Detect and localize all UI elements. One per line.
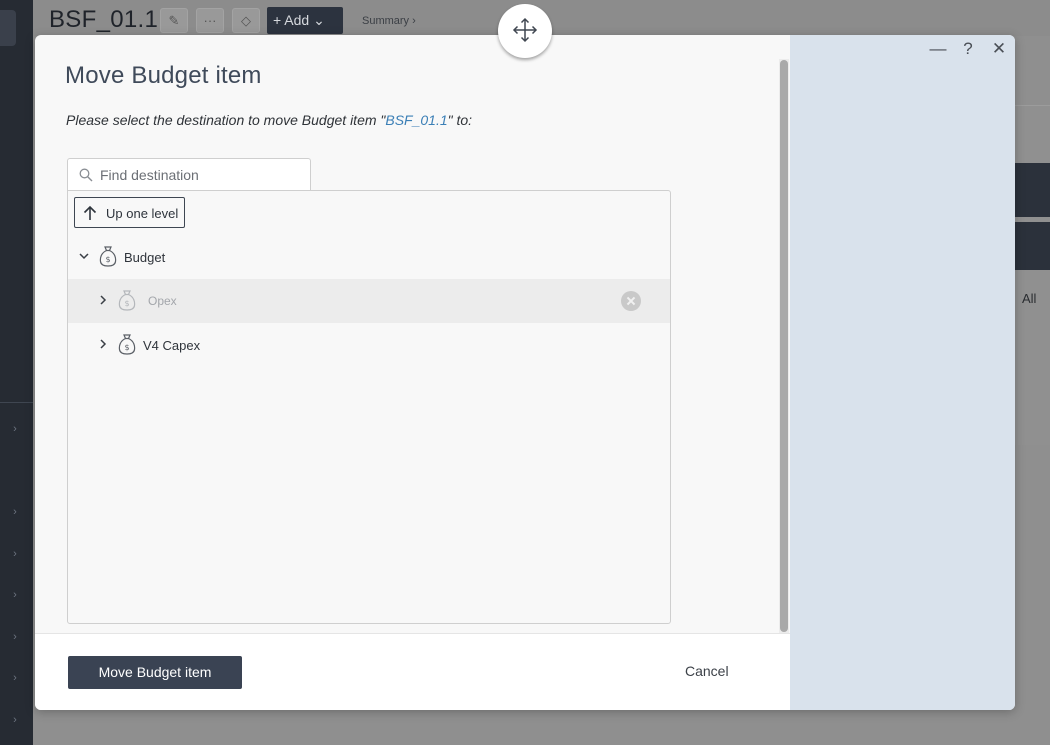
help-icon[interactable]: ?: [958, 39, 978, 59]
edit-pencil-icon[interactable]: ✎: [160, 8, 188, 33]
left-rail-chevron-icon[interactable]: ›: [8, 671, 22, 685]
background-left-rail: › › › › › › ›: [0, 0, 33, 745]
more-options-icon[interactable]: ···: [196, 8, 224, 33]
svg-text:$: $: [105, 255, 110, 264]
left-rail-tab[interactable]: [0, 10, 16, 46]
background-dark-band: [1015, 163, 1050, 217]
tree-node-opex: $ Opex: [68, 279, 670, 323]
summary-link[interactable]: Summary ›: [362, 15, 416, 27]
chevron-down-icon[interactable]: [78, 250, 90, 262]
tag-icon[interactable]: ◇: [232, 8, 260, 33]
tree-node-label: Budget: [124, 250, 166, 265]
drag-move-handle[interactable]: [498, 4, 552, 58]
search-icon: [79, 168, 93, 182]
tree-node-v4-capex[interactable]: $ V4 Capex: [68, 323, 670, 367]
move-budget-item-button[interactable]: Move Budget item: [68, 656, 242, 689]
minimize-icon[interactable]: —: [928, 39, 948, 59]
left-rail-chevron-icon[interactable]: ›: [8, 588, 22, 602]
money-bag-icon: $: [118, 290, 136, 311]
search-input[interactable]: [100, 165, 300, 185]
close-icon[interactable]: ✕: [989, 39, 1009, 59]
add-button[interactable]: + Add ⌄: [267, 7, 343, 34]
tree-node-label: Opex: [148, 294, 177, 308]
background-dark-band: [1015, 222, 1050, 270]
clear-icon[interactable]: [621, 291, 641, 311]
move-budget-item-dialog: — ? ✕ Move Budget item Please select the…: [35, 35, 1015, 710]
svg-text:$: $: [124, 343, 129, 352]
up-one-level-button[interactable]: Up one level: [74, 197, 185, 228]
chevron-right-icon[interactable]: [97, 294, 109, 306]
scrollbar-thumb[interactable]: [780, 60, 788, 632]
dialog-footer: Move Budget item Cancel: [35, 633, 790, 710]
background-right-panel: [1015, 105, 1050, 445]
tree-node-budget[interactable]: $ Budget: [68, 235, 670, 279]
tree-node-label: V4 Capex: [143, 338, 201, 353]
dialog-instruction: Please select the destination to move Bu…: [66, 112, 473, 128]
left-rail-chevron-icon[interactable]: ›: [8, 630, 22, 644]
arrow-up-icon: [83, 205, 97, 220]
left-rail-chevron-icon[interactable]: ›: [8, 505, 22, 519]
move-arrows-icon: [512, 17, 538, 43]
dialog-side-panel: [790, 35, 1015, 710]
left-rail-chevron-icon[interactable]: ›: [8, 422, 22, 436]
left-rail-chevron-icon[interactable]: ›: [8, 713, 22, 727]
item-name-link: BSF_01.1: [385, 112, 448, 128]
background-all-label: All: [1022, 291, 1037, 306]
money-bag-icon: $: [99, 246, 117, 267]
cancel-button[interactable]: Cancel: [685, 663, 729, 679]
left-rail-chevron-icon[interactable]: ›: [8, 547, 22, 561]
chevron-right-icon[interactable]: [97, 338, 109, 350]
left-rail-divider: [0, 402, 33, 403]
svg-text:$: $: [124, 299, 129, 308]
record-title: BSF_01.1: [49, 6, 159, 33]
dialog-title: Move Budget item: [65, 62, 262, 89]
destination-tree: Up one level $ Budget $ Opex $ V4 Capex: [67, 190, 671, 624]
money-bag-icon: $: [118, 334, 136, 355]
find-destination-search[interactable]: [67, 158, 311, 191]
